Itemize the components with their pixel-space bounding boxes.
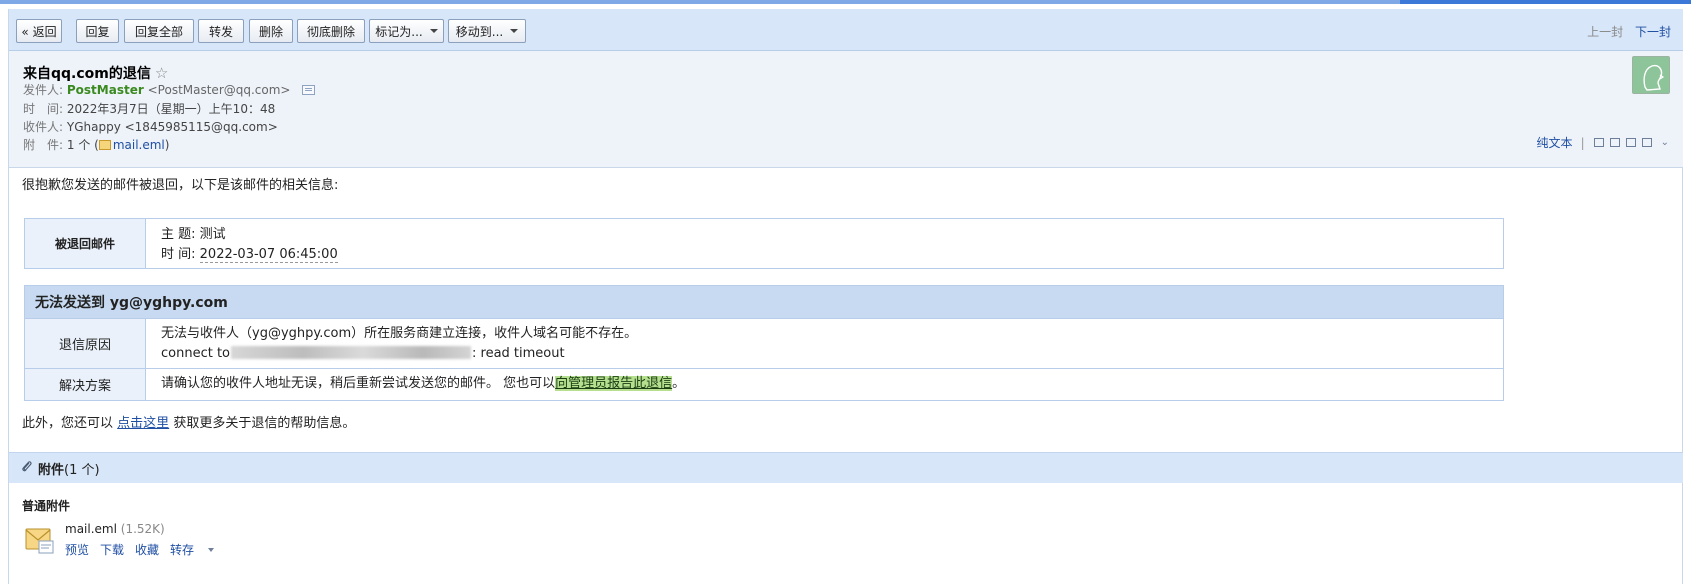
- recipient: YGhappy <1845985115@qq.com>: [66, 120, 278, 134]
- divider: |: [1580, 135, 1585, 150]
- envelope-file-icon[interactable]: [25, 525, 55, 555]
- to-label: 收件人:: [23, 120, 64, 134]
- solution-desc: 请确认您的收件人地址无误，稍后重新尝试发送您的邮件。 您也可以: [161, 376, 556, 391]
- user-silhouette-icon[interactable]: [1632, 56, 1670, 94]
- star-icon[interactable]: ☆: [155, 64, 168, 82]
- bounced-time-value: 2022-03-07 06:45:00: [199, 247, 338, 263]
- attachment-row: 附 件: 1 个 ( mail.eml): [23, 136, 169, 153]
- envelope-icon: [98, 140, 111, 150]
- report-bounce-link[interactable]: 向管理员报告此退信: [555, 376, 673, 391]
- time-row: 时 间: 2022年3月7日（星期一）上午10：48: [23, 100, 275, 117]
- attachment-actions: 预览 下载 收藏 转存: [65, 541, 236, 558]
- reason-timeout: : read timeout: [472, 346, 565, 361]
- attachment-file-size: (1.52K): [120, 522, 165, 536]
- plain-text-link[interactable]: 纯文本: [1537, 134, 1573, 151]
- bounced-time-label: 时 间:: [161, 247, 196, 262]
- bounced-mail-table: 被退回邮件 主 题: 测试 时 间: 2022-03-07 06:45:00: [24, 218, 1504, 269]
- bounced-mail-label: 被退回邮件: [25, 219, 146, 268]
- save-to-label: 转存: [170, 543, 195, 557]
- attachment-count: 1 个 (: [66, 138, 99, 152]
- new-window-icon[interactable]: [1593, 138, 1604, 147]
- redacted-host: [231, 346, 472, 359]
- bounced-subject-value: 测试: [199, 227, 226, 242]
- solution-text: 请确认您的收件人地址无误，稍后重新尝试发送您的邮件。 您也可以向管理员报告此退信…: [161, 374, 685, 394]
- bounced-subject-line: 主 题: 测试: [161, 225, 338, 245]
- attachments-bar: 附件 (1 个): [9, 452, 1683, 483]
- mail-navigation: 上一封 下一封: [1587, 23, 1671, 40]
- view-tools: 纯文本 | ⌄: [1537, 134, 1669, 151]
- reason-row: 退信原因 无法与收件人（yg@yghpy.com）所在服务商建立连接，收件人域名…: [25, 319, 1503, 369]
- save-to-dropdown[interactable]: 转存: [170, 543, 225, 557]
- attachment-file-name[interactable]: mail.eml: [65, 522, 117, 536]
- delete-button[interactable]: 删除: [249, 19, 293, 43]
- sender-name[interactable]: PostMaster: [67, 83, 144, 97]
- from-label: 发件人:: [23, 83, 64, 97]
- mail-subject: 来自qq.com的退信 ☆: [23, 63, 168, 83]
- solution-end: 。: [672, 376, 686, 391]
- attachments-count: (1 个): [64, 462, 100, 478]
- reason-connect-prefix: connect to: [161, 346, 231, 361]
- prev-mail-link[interactable]: 上一封: [1587, 25, 1623, 39]
- attachment-file: mail.eml (1.52K): [65, 522, 165, 536]
- attachment-label: 附 件:: [23, 138, 64, 152]
- failure-title: 无法发送到 yg@yghpy.com: [25, 286, 1503, 319]
- print-icon[interactable]: [1641, 138, 1652, 147]
- delete-forever-button[interactable]: 彻底删除: [297, 19, 365, 43]
- help-link[interactable]: 点击这里: [117, 416, 169, 431]
- chevron-down-icon: [429, 29, 438, 33]
- chevron-down-icon: [510, 29, 519, 33]
- reply-button[interactable]: 回复: [76, 19, 119, 43]
- bounced-time-line: 时 间: 2022-03-07 06:45:00: [161, 245, 338, 265]
- next-mail-link[interactable]: 下一封: [1635, 25, 1671, 39]
- reason-line-1: 无法与收件人（yg@yghpy.com）所在服务商建立连接，收件人域名可能不存在…: [161, 326, 638, 341]
- reason-text: 无法与收件人（yg@yghpy.com）所在服务商建立连接，收件人域名可能不存在…: [161, 324, 637, 364]
- time-value: 2022年3月7日（星期一）上午10：48: [66, 102, 276, 116]
- reason-line-2: connect to : read timeout: [161, 344, 637, 364]
- from-row: 发件人: PostMaster <PostMaster@qq.com>: [23, 81, 316, 98]
- solution-row: 解决方案 请确认您的收件人地址无误，稍后重新尝试发送您的邮件。 您也可以向管理员…: [25, 369, 1503, 400]
- help-suffix: 获取更多关于退信的帮助信息。: [173, 416, 356, 431]
- save-icon[interactable]: [1625, 138, 1636, 147]
- move-to-dropdown[interactable]: 移动到...: [448, 19, 526, 43]
- reason-label: 退信原因: [25, 319, 146, 368]
- expand-more-icon[interactable]: ⌄: [1661, 137, 1669, 148]
- mark-as-dropdown[interactable]: 标记为...: [369, 19, 444, 43]
- mail-header: 来自qq.com的退信 ☆ 发件人: PostMaster <PostMaster…: [9, 51, 1683, 168]
- bounced-subject-label: 主 题:: [161, 227, 196, 242]
- to-row: 收件人: YGhappy <1845985115@qq.com>: [23, 118, 278, 135]
- preview-link[interactable]: 预览: [65, 543, 89, 557]
- attachments-label: 附件: [38, 462, 65, 478]
- bounce-intro: 很抱歉您发送的邮件被退回，以下是该邮件的相关信息:: [22, 178, 339, 193]
- sender-address: <PostMaster@qq.com>: [147, 83, 291, 97]
- attachment-link[interactable]: mail.eml: [113, 138, 165, 152]
- subject-text: 来自qq.com的退信: [23, 66, 151, 82]
- solution-label: 解决方案: [25, 369, 146, 400]
- mark-as-label: 标记为...: [375, 24, 423, 39]
- contact-card-icon[interactable]: [302, 85, 316, 95]
- delivery-failure-table: 无法发送到 yg@yghpy.com 退信原因 无法与收件人（yg@yghpy.…: [24, 285, 1504, 401]
- forward-button[interactable]: 转发: [198, 19, 244, 43]
- favorite-link[interactable]: 收藏: [135, 543, 159, 557]
- reply-all-button[interactable]: 回复全部: [124, 19, 194, 43]
- time-label: 时 间:: [23, 102, 64, 116]
- bounced-mail-info: 主 题: 测试 时 间: 2022-03-07 06:45:00: [161, 225, 338, 265]
- move-to-label: 移动到...: [455, 24, 504, 39]
- help-prefix: 此外，您还可以: [22, 416, 114, 431]
- mail-toolbar: « 返回 回复 回复全部 转发 删除 彻底删除 标记为... 移动到... 上一…: [9, 9, 1683, 51]
- window-top-strip: [0, 0, 1691, 4]
- download-link[interactable]: 下载: [100, 543, 124, 557]
- back-button[interactable]: « 返回: [16, 19, 62, 43]
- fullscreen-icon[interactable]: [1609, 138, 1620, 147]
- normal-attachments-title: 普通附件: [22, 499, 71, 513]
- attachment-close-paren: ): [164, 138, 170, 152]
- help-line: 此外，您还可以 点击这里 获取更多关于退信的帮助信息。: [22, 412, 355, 431]
- chevron-down-icon: [208, 548, 215, 552]
- paperclip-icon: [21, 460, 33, 477]
